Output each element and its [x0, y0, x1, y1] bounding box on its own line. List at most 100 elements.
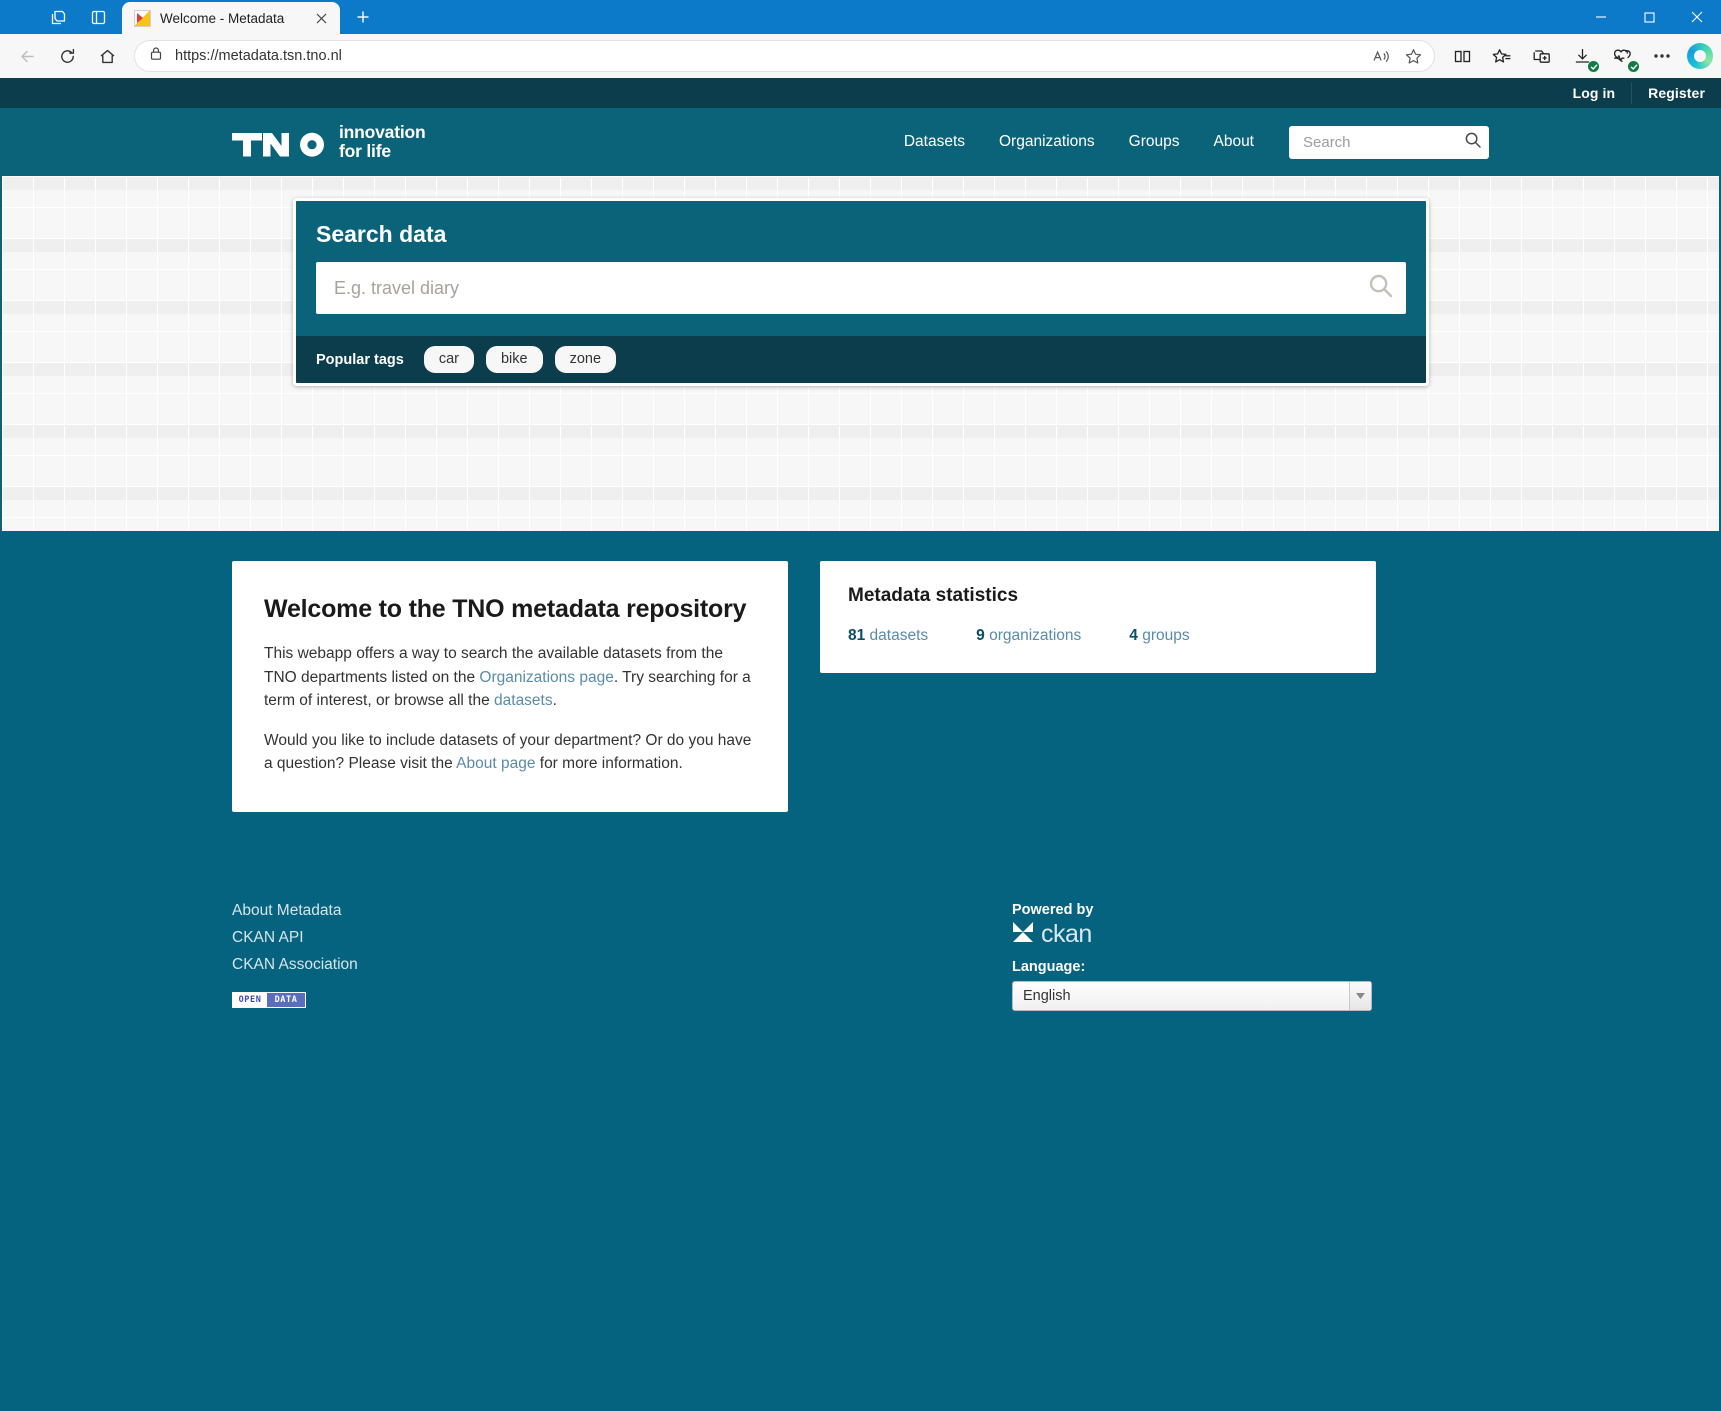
datasets-link[interactable]: datasets — [494, 692, 553, 709]
welcome-p2-text-2: for more information. — [535, 755, 683, 773]
search-panel-body: Search data — [296, 201, 1426, 336]
search-icon[interactable] — [1366, 271, 1396, 306]
language-select-value: English — [1023, 987, 1071, 1004]
nav-item-organizations[interactable]: Organizations — [982, 133, 1112, 151]
site-header: innovation for life Datasets Organizatio… — [0, 108, 1721, 176]
language-select[interactable]: English — [1012, 980, 1372, 1011]
collections-icon[interactable] — [1523, 39, 1561, 73]
header-container: innovation for life Datasets Organizatio… — [232, 123, 1489, 161]
hero-search-field[interactable] — [316, 262, 1406, 314]
search-panel-title: Search data — [316, 221, 447, 247]
statistics-card: Metadata statistics 81 datasets 9 organi… — [820, 561, 1376, 673]
home-icon[interactable] — [88, 39, 126, 73]
star-icon[interactable] — [1398, 42, 1428, 70]
stat-organizations[interactable]: 9 organizations — [976, 627, 1081, 645]
refresh-icon[interactable] — [48, 39, 86, 73]
tab-favicon-icon — [134, 9, 151, 27]
nav-item-groups[interactable]: Groups — [1112, 133, 1197, 151]
browser-window: Welcome - Metadata https://metadata.tsn.… — [0, 0, 1721, 1411]
browser-toolbar: https://metadata.tsn.tno.nl — [0, 34, 1721, 78]
lock-icon — [149, 46, 163, 66]
tag-pill-zone[interactable]: zone — [554, 346, 617, 374]
welcome-heading: Welcome to the TNO metadata repository — [264, 595, 747, 623]
footer-link-about-metadata[interactable]: About Metadata — [232, 902, 1012, 920]
vertical-tabs-icon[interactable] — [78, 2, 118, 32]
account-bar: Log in Register — [0, 78, 1721, 108]
address-bar[interactable]: https://metadata.tsn.tno.nl — [134, 40, 1435, 72]
open-data-badge[interactable]: OPEN DATA — [232, 991, 306, 1008]
downloads-icon[interactable] — [1563, 39, 1601, 73]
maximize-icon[interactable] — [1625, 0, 1673, 34]
tag-pill-bike[interactable]: bike — [485, 346, 543, 374]
stat-organizations-label: organizations — [984, 627, 1082, 644]
popular-tags-bar: Popular tags car bike zone — [296, 336, 1426, 384]
about-page-link[interactable]: About page — [456, 755, 535, 772]
register-link[interactable]: Register — [1632, 78, 1721, 108]
stat-groups-label: groups — [1137, 627, 1190, 644]
browser-tab[interactable]: Welcome - Metadata — [122, 2, 340, 34]
header-search[interactable] — [1289, 125, 1489, 159]
stat-datasets-label: datasets — [865, 627, 929, 644]
stat-datasets[interactable]: 81 datasets — [848, 627, 928, 645]
chevron-down-icon[interactable] — [1349, 981, 1371, 1010]
hero-search-input[interactable] — [332, 276, 1366, 300]
nav-item-about[interactable]: About — [1196, 133, 1271, 151]
stat-groups[interactable]: 4 groups — [1129, 627, 1189, 645]
stat-organizations-count: 9 — [976, 627, 985, 644]
welcome-paragraph-2: Would you like to include datasets of yo… — [264, 729, 756, 776]
welcome-p1-text-3: . — [552, 692, 557, 710]
main-navigation: Datasets Organizations Groups About — [887, 125, 1489, 159]
address-bar-url: https://metadata.tsn.tno.nl — [175, 48, 342, 64]
tno-tagline-line1: innovation — [339, 122, 426, 143]
address-bar-actions — [1366, 42, 1428, 70]
read-aloud-icon[interactable] — [1366, 42, 1396, 70]
footer-link-ckan-api[interactable]: CKAN API — [232, 929, 1012, 947]
login-link[interactable]: Log in — [1557, 78, 1632, 108]
tno-logo[interactable]: innovation for life — [232, 122, 426, 161]
titlebar-left-pad — [0, 0, 38, 34]
stat-groups-count: 4 — [1129, 627, 1138, 644]
footer-container: About Metadata CKAN API CKAN Association… — [232, 902, 1489, 1011]
search-data-panel: Search data Popular tags car bike — [293, 198, 1429, 387]
statistics-heading: Metadata statistics — [848, 585, 1019, 606]
tab-title: Welcome - Metadata — [160, 10, 285, 26]
minimize-icon[interactable] — [1577, 0, 1625, 34]
open-data-badge-right: DATA — [267, 992, 305, 1007]
statistics-row: 81 datasets 9 organizations 4 groups — [848, 627, 1348, 645]
window-controls — [1577, 0, 1721, 34]
close-icon[interactable] — [1673, 0, 1721, 34]
language-label: Language: — [1012, 958, 1086, 975]
browser-essentials-icon[interactable] — [1603, 39, 1641, 73]
tag-pill-car[interactable]: car — [423, 346, 474, 374]
tno-logo-icon — [232, 132, 324, 157]
main-container: Welcome to the TNO metadata repository T… — [232, 561, 1489, 812]
ckan-logo[interactable]: ckan — [1012, 921, 1372, 948]
footer-attribution: Powered by ckan Language: English — [1012, 902, 1372, 1011]
nav-item-datasets[interactable]: Datasets — [887, 133, 982, 151]
new-tab-button[interactable] — [346, 2, 380, 32]
site-footer: About Metadata CKAN API CKAN Association… — [0, 812, 1721, 1011]
powered-by-label: Powered by — [1012, 901, 1094, 918]
search-icon[interactable] — [1464, 131, 1482, 154]
open-data-badge-left: OPEN — [233, 992, 267, 1007]
copilot-icon[interactable] — [1687, 43, 1713, 69]
tab-close-icon[interactable] — [310, 7, 332, 29]
back-arrow-icon[interactable] — [8, 39, 46, 73]
footer-links: About Metadata CKAN API CKAN Association… — [232, 902, 1012, 1011]
tno-tagline-line2: for life — [339, 141, 391, 161]
footer-link-ckan-association[interactable]: CKAN Association — [232, 956, 1012, 974]
organizations-page-link[interactable]: Organizations page — [479, 669, 613, 686]
stat-datasets-count: 81 — [848, 627, 866, 644]
header-search-input[interactable] — [1301, 132, 1464, 152]
favorites-icon[interactable] — [1483, 39, 1521, 73]
main-content: Welcome to the TNO metadata repository T… — [0, 531, 1721, 812]
ckan-wordmark: ckan — [1041, 919, 1092, 948]
welcome-paragraph-1: This webapp offers a way to search the a… — [264, 642, 756, 713]
popular-tags-label: Popular tags — [316, 351, 404, 368]
tno-logo-tagline: innovation for life — [339, 122, 426, 161]
hero-section: Search data Popular tags car bike — [0, 176, 1721, 531]
browser-titlebar: Welcome - Metadata — [0, 0, 1721, 34]
tab-actions-icon[interactable] — [38, 2, 78, 32]
split-screen-icon[interactable] — [1443, 39, 1481, 73]
more-options-icon[interactable] — [1643, 39, 1681, 73]
